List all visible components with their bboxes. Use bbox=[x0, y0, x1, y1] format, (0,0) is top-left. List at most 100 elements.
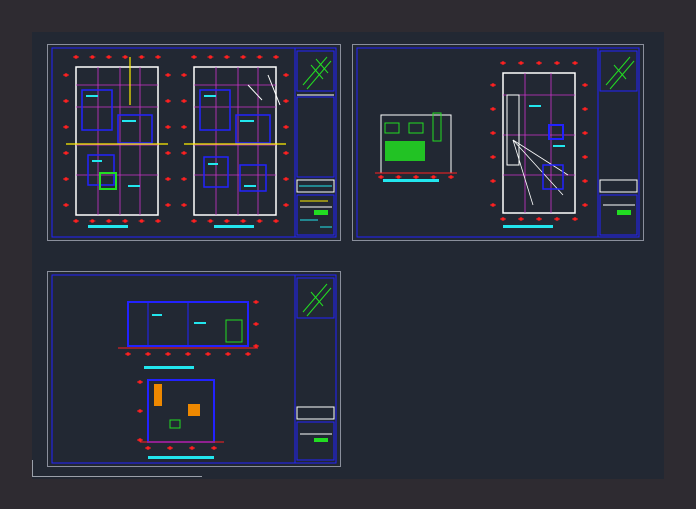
dimension-marker bbox=[273, 219, 279, 223]
roof-plan bbox=[502, 72, 576, 228]
dimension-marker bbox=[207, 219, 214, 223]
dimension-marker bbox=[73, 219, 79, 223]
dimension-marker bbox=[191, 219, 197, 223]
ucs-axis-icon bbox=[32, 460, 33, 477]
dimension-marker bbox=[165, 73, 171, 77]
dimension-marker bbox=[181, 203, 187, 207]
ucs-x-axis bbox=[32, 476, 202, 477]
dimension-marker bbox=[582, 131, 588, 135]
dimension-marker bbox=[490, 131, 496, 135]
dimension-marker bbox=[63, 99, 69, 103]
longitudinal-section bbox=[118, 301, 258, 369]
dimension-marker bbox=[283, 151, 289, 155]
dimension-marker bbox=[181, 151, 187, 155]
dimension-marker bbox=[283, 203, 289, 207]
dimension-marker bbox=[582, 83, 588, 87]
dimension-marker bbox=[572, 217, 578, 221]
dimension-marker bbox=[240, 55, 247, 59]
sheet-floor-plans[interactable] bbox=[47, 44, 341, 241]
dimension-marker bbox=[283, 73, 289, 77]
dimension-marker bbox=[490, 155, 496, 159]
dimension-marker bbox=[105, 55, 112, 59]
dimension-marker bbox=[137, 438, 143, 442]
dimension-marker bbox=[500, 217, 506, 221]
dimension-marker bbox=[165, 352, 171, 356]
dimension-marker bbox=[572, 61, 578, 65]
sheet-2-drawing bbox=[356, 47, 640, 238]
dimension-marker bbox=[253, 300, 259, 304]
dimension-marker bbox=[582, 179, 588, 183]
floor-plan-left bbox=[66, 57, 168, 228]
dimension-marker bbox=[181, 73, 187, 77]
dimension-marker bbox=[245, 352, 251, 356]
dimension-marker bbox=[223, 219, 230, 223]
dimension-marker bbox=[165, 125, 171, 129]
cross-section bbox=[140, 379, 224, 459]
dimension-marker bbox=[500, 61, 506, 65]
dimension-marker bbox=[518, 217, 524, 221]
dimension-marker bbox=[145, 446, 151, 450]
sheet-3-drawing bbox=[51, 274, 337, 464]
dimension-marker bbox=[137, 380, 143, 384]
dimension-marker bbox=[155, 219, 161, 223]
dimension-marker bbox=[223, 55, 230, 59]
dimension-marker bbox=[89, 219, 96, 223]
floor-plan-right bbox=[184, 66, 286, 228]
dimension-marker bbox=[256, 219, 263, 223]
dimension-marker bbox=[253, 322, 259, 326]
dimension-marker bbox=[413, 175, 419, 179]
sheet-sections[interactable] bbox=[47, 271, 341, 467]
dimension-marker bbox=[63, 177, 69, 181]
dimension-marker bbox=[536, 61, 542, 65]
dimension-marker bbox=[89, 55, 96, 59]
dimension-marker bbox=[145, 352, 151, 356]
model-space-canvas[interactable] bbox=[32, 32, 664, 479]
dimension-marker bbox=[63, 203, 69, 207]
dimension-marker bbox=[448, 175, 454, 179]
dimension-marker bbox=[536, 217, 542, 221]
dimension-marker bbox=[122, 55, 129, 59]
dimension-marker bbox=[181, 99, 187, 103]
dimension-marker bbox=[165, 151, 171, 155]
dimension-marker bbox=[283, 99, 289, 103]
dimension-marker bbox=[518, 61, 524, 65]
title-block-3 bbox=[294, 274, 337, 464]
dimension-marker bbox=[240, 219, 247, 223]
dimension-marker bbox=[430, 175, 437, 179]
dimension-marker bbox=[490, 83, 496, 87]
dimension-marker bbox=[73, 55, 79, 59]
title-block bbox=[294, 47, 337, 238]
sheet-1-drawing bbox=[51, 47, 337, 238]
north-arrow-icon bbox=[302, 56, 332, 90]
title-block-2 bbox=[597, 47, 640, 238]
dimension-marker bbox=[125, 352, 131, 356]
dimension-marker bbox=[181, 125, 187, 129]
dimension-marker bbox=[378, 175, 384, 179]
dimension-marker bbox=[155, 55, 161, 59]
dimension-marker bbox=[63, 125, 69, 129]
dimension-marker bbox=[185, 352, 191, 356]
dimension-marker bbox=[211, 446, 217, 450]
dimension-marker bbox=[137, 409, 143, 413]
dimension-marker bbox=[395, 175, 402, 179]
dimension-marker bbox=[138, 55, 145, 59]
dimension-marker bbox=[225, 352, 231, 356]
dimension-marker bbox=[165, 203, 171, 207]
dimension-marker bbox=[554, 217, 560, 221]
front-elevation bbox=[375, 112, 457, 182]
dimension-marker bbox=[205, 352, 211, 356]
sheet-elevation-plan[interactable] bbox=[352, 44, 644, 241]
dimension-marker bbox=[138, 219, 145, 223]
dimension-marker bbox=[273, 55, 279, 59]
dimension-marker bbox=[490, 107, 496, 111]
dimension-marker bbox=[167, 446, 173, 450]
dimension-marker bbox=[191, 55, 197, 59]
dimension-marker bbox=[253, 344, 259, 348]
dimension-marker bbox=[189, 446, 195, 450]
dimension-marker bbox=[105, 219, 112, 223]
dimension-marker bbox=[554, 61, 560, 65]
dimension-marker bbox=[490, 203, 496, 207]
dimension-marker bbox=[582, 155, 588, 159]
dimension-marker bbox=[63, 73, 69, 77]
dimension-marker bbox=[122, 219, 129, 223]
